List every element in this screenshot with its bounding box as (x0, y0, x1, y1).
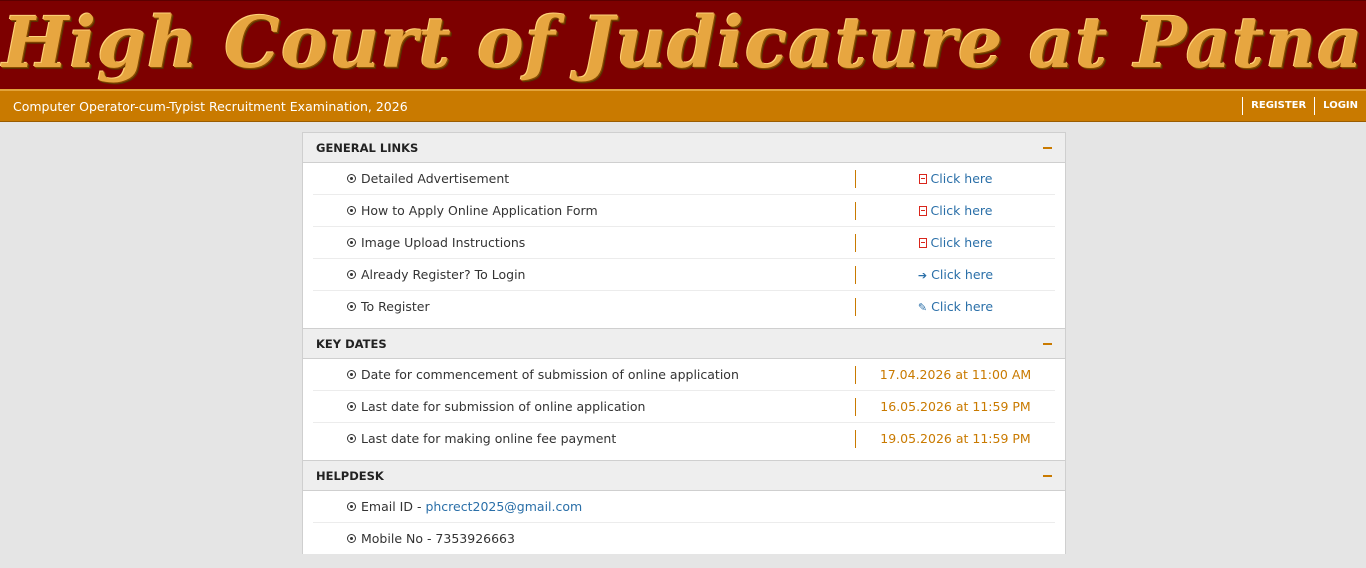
email-label: Email ID - (361, 499, 426, 514)
item-label: To Register (361, 299, 430, 314)
panel-title: GENERAL LINKS (316, 140, 419, 155)
login-click-here-link[interactable]: ➔ Click here (918, 267, 993, 282)
list-item: To Register ✎ Click here (313, 291, 1055, 322)
list-item: Email ID - phcrect2025@gmail.com (313, 491, 1055, 523)
pdf-icon (918, 174, 927, 184)
image-upload-instructions-link[interactable]: Click here (918, 235, 993, 250)
date-value: 16.05.2026 at 11:59 PM (880, 399, 1031, 414)
sign-in-icon: ➔ (917, 269, 928, 282)
circle-bullet-icon (347, 370, 356, 379)
top-nav: REGISTER LOGIN (1242, 91, 1366, 121)
collapse-icon[interactable] (1043, 146, 1052, 149)
circle-bullet-icon (347, 302, 356, 311)
circle-bullet-icon (347, 270, 356, 279)
item-label: Detailed Advertisement (361, 171, 510, 186)
login-link[interactable]: LOGIN (1314, 97, 1366, 115)
circle-bullet-icon (347, 502, 356, 511)
list-item: Image Upload Instructions Click here (313, 227, 1055, 259)
list-item: Mobile No - 7353926663 (313, 523, 1055, 554)
email-link[interactable]: phcrect2025@gmail.com (425, 499, 582, 514)
helpdesk-body: Email ID - phcrect2025@gmail.com Mobile … (303, 491, 1065, 554)
edit-icon: ✎ (917, 301, 928, 314)
panel-title: HELPDESK (316, 468, 384, 483)
how-to-apply-link[interactable]: Click here (918, 203, 993, 218)
panel-title: KEY DATES (316, 336, 387, 351)
item-label: Last date for making online fee payment (361, 431, 617, 446)
top-bar: Computer Operator-cum-Typist Recruitment… (0, 89, 1366, 122)
exam-title: Computer Operator-cum-Typist Recruitment… (13, 98, 408, 114)
register-link[interactable]: REGISTER (1242, 97, 1314, 115)
link-text: Click here (930, 235, 993, 250)
list-item: Detailed Advertisement Click here (313, 163, 1055, 195)
link-text: Click here (930, 171, 993, 186)
link-text: Click here (931, 299, 994, 314)
link-text: Click here (931, 267, 994, 282)
item-label: Last date for submission of online appli… (361, 399, 646, 414)
list-item: How to Apply Online Application Form Cli… (313, 195, 1055, 227)
pdf-icon (918, 206, 927, 216)
list-item: Already Register? To Login ➔ Click here (313, 259, 1055, 291)
link-text: Click here (930, 203, 993, 218)
helpdesk-header[interactable]: HELPDESK (303, 460, 1065, 491)
circle-bullet-icon (347, 434, 356, 443)
list-item: Last date for making online fee payment … (313, 423, 1055, 454)
item-label: How to Apply Online Application Form (361, 203, 598, 218)
mobile-text: Mobile No - 7353926663 (361, 531, 515, 546)
item-label: Date for commencement of submission of o… (361, 367, 739, 382)
item-label: Image Upload Instructions (361, 235, 526, 250)
banner-title: High Court of Judicature at Patna (2, 1, 1364, 84)
circle-bullet-icon (347, 174, 356, 183)
list-item: Last date for submission of online appli… (313, 391, 1055, 423)
key-dates-header[interactable]: KEY DATES (303, 328, 1065, 359)
collapse-icon[interactable] (1043, 342, 1052, 345)
date-value: 19.05.2026 at 11:59 PM (880, 431, 1031, 446)
register-click-here-link[interactable]: ✎ Click here (918, 299, 993, 314)
banner: High Court of Judicature at Patna (0, 0, 1366, 89)
general-links-header[interactable]: GENERAL LINKS (303, 133, 1065, 163)
circle-bullet-icon (347, 534, 356, 543)
pdf-icon (918, 238, 927, 248)
circle-bullet-icon (347, 402, 356, 411)
circle-bullet-icon (347, 238, 356, 247)
circle-bullet-icon (347, 206, 356, 215)
key-dates-body: Date for commencement of submission of o… (303, 359, 1065, 454)
detailed-advertisement-link[interactable]: Click here (918, 171, 993, 186)
date-value: 17.04.2026 at 11:00 AM (879, 367, 1032, 382)
collapse-icon[interactable] (1043, 474, 1052, 477)
general-links-body: Detailed Advertisement Click here How to… (303, 163, 1065, 322)
list-item: Date for commencement of submission of o… (313, 359, 1055, 391)
item-label: Already Register? To Login (361, 267, 526, 282)
main-panels: GENERAL LINKS Detailed Advertisement Cli… (302, 132, 1066, 554)
